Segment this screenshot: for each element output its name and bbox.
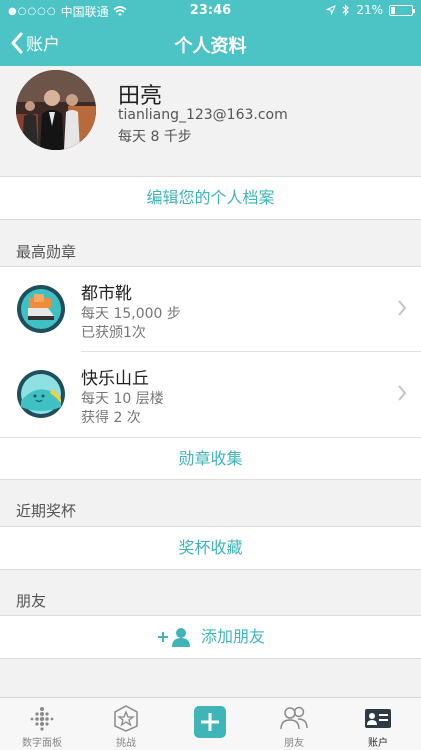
badges-section-label: 最高勋章 [16,243,77,261]
page-title: 个人资料 [174,36,247,57]
avatar-photo [16,70,96,150]
badge-count: 已获颁1次 [81,325,146,341]
badges-card: 都市靴 每天 15,000 步 已获颁1次 快乐山丘 每天 10 层楼 获得 2… [0,266,421,480]
tab-label: 数字面板 [22,738,62,749]
battery-icon [389,4,415,16]
add-friend-icon [157,628,190,647]
badge-item-happy-hill[interactable]: 快乐山丘 每天 10 层楼 获得 2 次 [0,352,421,436]
nav-bar: 账户 个人资料 [0,22,421,66]
tab-add[interactable] [168,698,252,750]
tab-label: 账户 [368,738,388,749]
badge-title: 都市靴 [81,284,132,304]
chevron-right-icon [398,300,407,316]
avatar[interactable] [16,70,96,150]
add-friend-label: 添加朋友 [201,627,266,646]
tab-label: 朋友 [284,738,304,749]
tab-bar: 数字面板 挑战 朋友 账户 [0,697,421,750]
app-header: ●○○○○ 中国联通 23:46 21% 账户 个人资料 [0,0,421,66]
profile-goal: 每天 8 千步 [118,129,192,145]
challenge-icon [114,705,138,732]
friends-icon [280,706,308,730]
add-friend-button[interactable]: 添加朋友 [0,615,421,659]
profile-name: 田亮 [118,84,163,109]
happy-hill-badge-icon [17,370,65,418]
badge-count: 获得 2 次 [81,410,141,426]
status-bar: ●○○○○ 中国联通 23:46 21% [0,0,421,22]
battery-percent: 21% [356,3,383,17]
profile-header: 田亮 tianliang_123@163.com 每天 8 千步 [0,66,421,176]
badge-title: 快乐山丘 [81,369,149,389]
tab-label: 挑战 [116,738,136,749]
friends-section-label: 朋友 [16,592,47,610]
tab-dashboard[interactable]: 数字面板 [0,698,84,750]
badge-collection-button[interactable]: 勋章收集 [0,437,421,481]
account-icon [365,709,391,728]
badge-item-urban-boot[interactable]: 都市靴 每天 15,000 步 已获颁1次 [0,267,421,351]
urban-boot-badge-icon [17,285,65,333]
bluetooth-icon [342,4,350,16]
plus-icon [194,706,226,738]
location-icon [326,5,337,15]
dashboard-icon [30,707,54,731]
edit-profile-button[interactable]: 编辑您的个人档案 [0,176,421,220]
chevron-right-icon [398,385,407,401]
trophies-section-label: 近期奖杯 [16,502,77,520]
badge-criteria: 每天 15,000 步 [81,306,181,322]
badge-criteria: 每天 10 层楼 [81,391,164,407]
tab-challenges[interactable]: 挑战 [84,698,168,750]
tab-account[interactable]: 账户 [336,698,420,750]
tab-friends[interactable]: 朋友 [252,698,336,750]
trophy-collection-button[interactable]: 奖杯收藏 [0,526,421,570]
profile-email: tianliang_123@163.com [118,107,288,123]
